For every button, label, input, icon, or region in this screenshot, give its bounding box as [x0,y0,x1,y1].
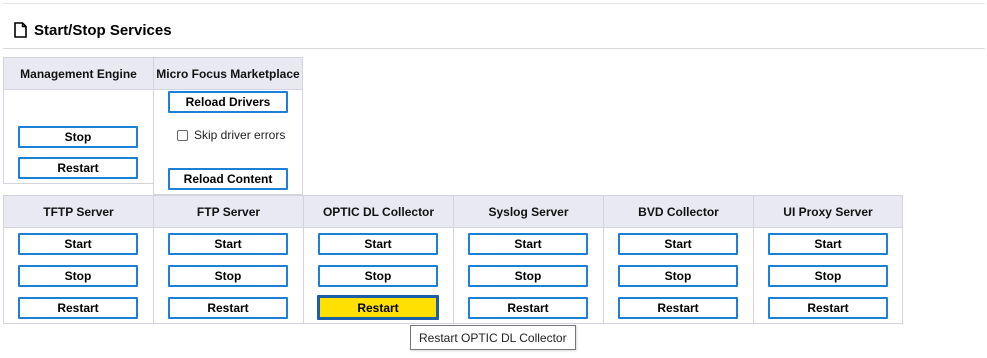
ui-proxy-server-start-button[interactable]: Start [768,233,888,255]
ui-proxy-server-restart-button[interactable]: Restart [768,297,888,319]
bvd-collector-header: BVD Collector [604,196,753,228]
ftp-server-restart-button[interactable]: Restart [168,297,288,319]
reload-content-button[interactable]: Reload Content [168,168,288,190]
optic-dl-collector-stop-button[interactable]: Stop [318,265,438,287]
tftp-server-header: TFTP Server [4,196,153,228]
reload-drivers-button[interactable]: Reload Drivers [168,91,288,113]
tftp-server-panel: TFTP Server Start Stop Restart [3,195,154,324]
bvd-collector-stop-button[interactable]: Stop [618,265,738,287]
ftp-server-panel: FTP Server Start Stop Restart [153,195,304,324]
page-header: Start/Stop Services [14,18,172,42]
syslog-server-header: Syslog Server [454,196,603,228]
optic-dl-collector-restart-button[interactable]: Restart [317,295,439,320]
ftp-server-start-button[interactable]: Start [168,233,288,255]
optic-dl-collector-start-button[interactable]: Start [318,233,438,255]
document-icon [14,22,27,38]
optic-dl-collector-header: OPTIC DL Collector [304,196,453,228]
syslog-server-restart-button[interactable]: Restart [468,297,588,319]
ftp-server-header: FTP Server [154,196,303,228]
tooltip: Restart OPTIC DL Collector [410,325,576,350]
tftp-server-start-button[interactable]: Start [18,233,138,255]
bvd-collector-restart-button[interactable]: Restart [618,297,738,319]
management-engine-header: Management Engine [4,58,153,90]
ui-proxy-server-header: UI Proxy Server [754,196,902,228]
optic-dl-collector-panel: OPTIC DL Collector Start Stop Restart [303,195,454,324]
page-title: Start/Stop Services [34,21,172,39]
syslog-server-panel: Syslog Server Start Stop Restart [453,195,604,324]
management-engine-stop-button[interactable]: Stop [18,126,138,148]
ui-proxy-server-panel: UI Proxy Server Start Stop Restart [753,195,903,324]
title-divider [3,48,985,49]
tftp-server-restart-button[interactable]: Restart [18,297,138,319]
skip-driver-errors-label: Skip driver errors [194,128,286,142]
skip-driver-errors-checkbox[interactable] [177,129,188,141]
skip-driver-errors-row[interactable]: Skip driver errors [177,128,285,142]
marketplace-panel: Micro Focus Marketplace Reload Drivers R… [153,57,303,195]
syslog-server-start-button[interactable]: Start [468,233,588,255]
ftp-server-stop-button[interactable]: Stop [168,265,288,287]
bvd-collector-start-button[interactable]: Start [618,233,738,255]
top-divider [3,3,985,4]
syslog-server-stop-button[interactable]: Stop [468,265,588,287]
marketplace-header: Micro Focus Marketplace [154,58,302,90]
ui-proxy-server-stop-button[interactable]: Stop [768,265,888,287]
tftp-server-stop-button[interactable]: Stop [18,265,138,287]
bvd-collector-panel: BVD Collector Start Stop Restart [603,195,754,324]
management-engine-restart-button[interactable]: Restart [18,157,138,179]
management-engine-panel: Management Engine Stop Restart [3,57,154,184]
